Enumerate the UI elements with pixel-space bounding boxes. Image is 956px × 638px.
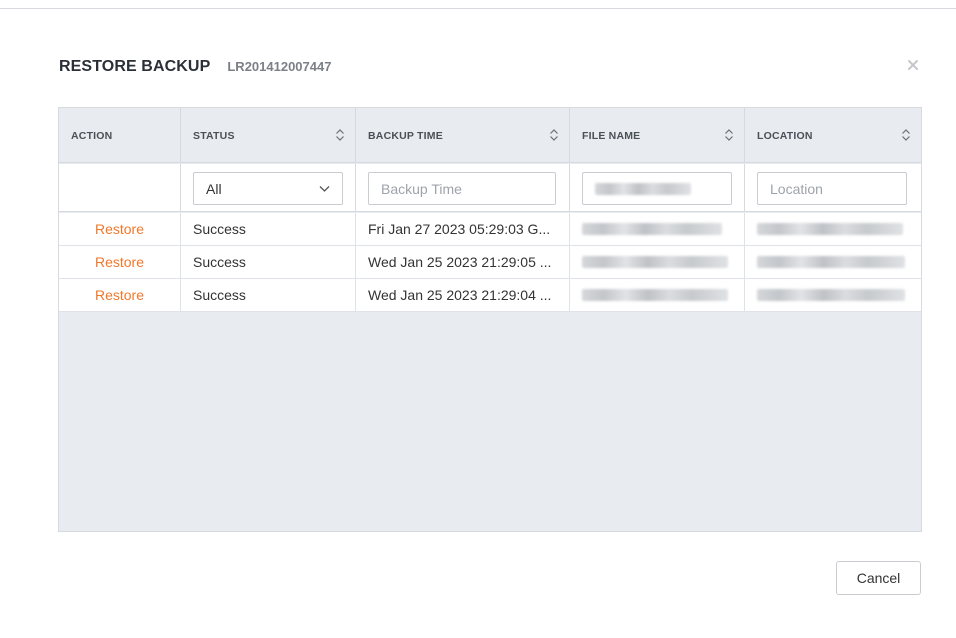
sort-icon[interactable] — [901, 128, 911, 142]
location-cell — [745, 279, 921, 311]
filter-cell-status: All — [181, 164, 356, 212]
redacted-filter-value — [595, 182, 691, 195]
column-label: BACKUP TIME — [368, 129, 443, 142]
table-row: Restore Success Wed Jan 25 2023 21:29:05… — [59, 246, 921, 279]
redacted-location — [757, 256, 905, 268]
sort-icon[interactable] — [724, 128, 734, 142]
filter-cell-file-name — [570, 164, 745, 212]
backup-time-filter-input[interactable] — [368, 172, 556, 205]
action-cell: Restore — [59, 213, 181, 245]
column-label: ACTION — [71, 129, 113, 142]
status-cell: Success — [181, 246, 356, 278]
filter-cell-action — [59, 164, 181, 212]
sort-icon[interactable] — [549, 128, 559, 142]
status-text: Success — [193, 221, 246, 237]
file-name-filter-input[interactable] — [582, 172, 732, 205]
redacted-file-name — [582, 256, 728, 268]
backup-time-text: Wed Jan 25 2023 21:29:04 ... — [368, 287, 552, 303]
status-text: Success — [193, 287, 246, 303]
column-header-file-name[interactable]: FILE NAME — [570, 108, 745, 163]
column-header-action: ACTION — [59, 108, 181, 163]
action-cell: Restore — [59, 246, 181, 278]
redacted-file-name — [582, 223, 722, 235]
chevron-down-icon — [319, 186, 330, 192]
sort-icon[interactable] — [335, 128, 345, 142]
dialog-title: RESTORE BACKUP — [59, 58, 211, 75]
status-cell: Success — [181, 279, 356, 311]
column-header-status[interactable]: STATUS — [181, 108, 356, 163]
backup-time-cell: Wed Jan 25 2023 21:29:04 ... — [356, 279, 570, 311]
column-label: LOCATION — [757, 129, 813, 142]
location-filter-input[interactable] — [757, 172, 907, 205]
backup-time-cell: Fri Jan 27 2023 05:29:03 G... — [356, 213, 570, 245]
filter-cell-location — [745, 164, 921, 212]
file-name-cell — [570, 213, 745, 245]
backup-time-text: Wed Jan 25 2023 21:29:05 ... — [368, 254, 552, 270]
dialog-subtitle: LR201412007447 — [227, 59, 332, 74]
column-label: STATUS — [193, 129, 235, 142]
restore-link[interactable]: Restore — [59, 254, 180, 270]
filter-cell-backup-time — [356, 164, 570, 212]
close-icon[interactable] — [905, 58, 921, 74]
redacted-location — [757, 223, 903, 235]
filter-row: All — [59, 164, 921, 212]
location-cell — [745, 213, 921, 245]
table-row: Restore Success Wed Jan 25 2023 21:29:04… — [59, 279, 921, 312]
column-header-location[interactable]: LOCATION — [745, 108, 921, 163]
table-row: Restore Success Fri Jan 27 2023 05:29:03… — [59, 213, 921, 246]
dialog-header: RESTORE BACKUP LR201412007447 — [59, 58, 331, 76]
file-name-cell — [570, 246, 745, 278]
restore-backup-dialog: RESTORE BACKUP LR201412007447 ACTION STA… — [0, 9, 956, 638]
column-label: FILE NAME — [582, 129, 641, 142]
status-filter-select[interactable]: All — [193, 172, 343, 205]
location-cell — [745, 246, 921, 278]
restore-link[interactable]: Restore — [59, 221, 180, 237]
redacted-file-name — [582, 289, 728, 301]
cancel-button[interactable]: Cancel — [836, 561, 921, 595]
column-header-backup-time[interactable]: BACKUP TIME — [356, 108, 570, 163]
redacted-location — [757, 289, 905, 301]
table-header: ACTION STATUS BACKUP TIME FILE NAME LOCA… — [59, 108, 921, 163]
file-name-cell — [570, 279, 745, 311]
status-cell: Success — [181, 213, 356, 245]
backup-table: ACTION STATUS BACKUP TIME FILE NAME LOCA… — [58, 107, 922, 532]
status-text: Success — [193, 254, 246, 270]
status-filter-value: All — [206, 180, 222, 197]
backup-time-text: Fri Jan 27 2023 05:29:03 G... — [368, 221, 551, 237]
action-cell: Restore — [59, 279, 181, 311]
backup-time-cell: Wed Jan 25 2023 21:29:05 ... — [356, 246, 570, 278]
restore-link[interactable]: Restore — [59, 287, 180, 303]
